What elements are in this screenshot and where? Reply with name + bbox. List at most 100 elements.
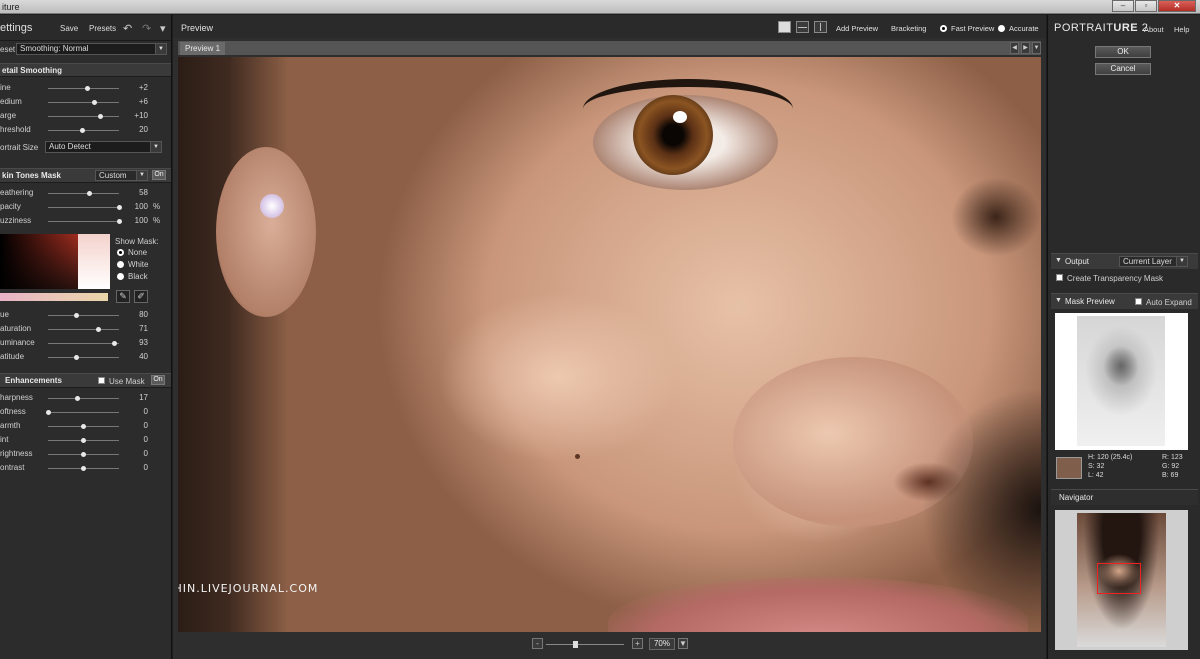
- skin-slider-track[interactable]: [48, 219, 122, 224]
- transparency-mask-checkbox[interactable]: [1056, 274, 1063, 281]
- presets-button[interactable]: Presets: [89, 24, 116, 33]
- enhance-slider-row: ontrast 0: [0, 462, 171, 474]
- ear-region: [216, 147, 316, 317]
- enhance-slider-thumb[interactable]: [45, 410, 51, 415]
- ok-button[interactable]: OK: [1095, 46, 1151, 58]
- zoom-slider-thumb[interactable]: [573, 641, 579, 648]
- skin-color-picker[interactable]: [0, 234, 110, 289]
- enhance-slider-track[interactable]: [48, 466, 119, 471]
- detail-slider-track[interactable]: [48, 114, 119, 119]
- hsl-slider-thumb[interactable]: [111, 341, 117, 346]
- tab-preview-1[interactable]: Preview 1: [180, 42, 225, 55]
- skin-mode-dropdown[interactable]: Custom ▼: [95, 170, 148, 181]
- zoom-dropdown-icon[interactable]: ▼: [678, 638, 688, 649]
- detail-slider-value: +6: [138, 97, 148, 106]
- detail-slider-thumb[interactable]: [85, 86, 91, 91]
- hsl-slider-row: ue 80: [0, 309, 171, 321]
- navigator-box[interactable]: [1055, 510, 1188, 650]
- hsl-slider-track[interactable]: [48, 327, 119, 332]
- zoom-out-button[interactable]: -: [532, 638, 543, 649]
- enhance-slider-thumb[interactable]: [75, 396, 81, 401]
- split-horizontal-icon[interactable]: [796, 21, 809, 33]
- enhancements-header[interactable]: Enhancements Use Mask On: [0, 373, 171, 388]
- enhance-slider-track[interactable]: [45, 410, 119, 415]
- split-vertical-icon[interactable]: [814, 21, 827, 33]
- add-preview-button[interactable]: Add Preview: [836, 24, 878, 33]
- zoom-value[interactable]: 70%: [649, 638, 675, 650]
- detail-smoothing-header[interactable]: etail Smoothing: [0, 63, 171, 77]
- show-mask-radio-black[interactable]: [117, 273, 124, 280]
- next-tab-icon[interactable]: ▶: [1021, 42, 1030, 54]
- portrait-size-dropdown[interactable]: Auto Detect ▼: [45, 141, 162, 153]
- tab-menu-icon[interactable]: ▼: [1032, 42, 1041, 54]
- enhance-slider-thumb[interactable]: [81, 438, 86, 443]
- detail-slider-track[interactable]: [48, 86, 119, 91]
- redo-icon[interactable]: ↷: [142, 22, 151, 35]
- skin-slider-track[interactable]: [48, 191, 119, 196]
- eyedropper-icon[interactable]: ✎: [116, 290, 130, 303]
- undo-icon[interactable]: ↶: [123, 22, 132, 35]
- enhance-slider-row: harpness 17: [0, 392, 171, 404]
- output-dropdown[interactable]: Current Layer ▼: [1119, 256, 1188, 267]
- enhance-slider-track[interactable]: [48, 396, 119, 401]
- show-mask-radio-white[interactable]: [117, 261, 124, 268]
- save-button[interactable]: Save: [60, 24, 78, 33]
- eyedropper-plus-icon[interactable]: ✐: [134, 290, 148, 303]
- enhance-slider-thumb[interactable]: [81, 466, 86, 471]
- enhance-slider-thumb[interactable]: [81, 424, 86, 429]
- menu-dropdown-icon[interactable]: ▾: [160, 22, 166, 35]
- close-button[interactable]: ✕: [1158, 0, 1196, 12]
- enhance-slider-label: armth: [0, 421, 21, 430]
- show-mask-radio-none[interactable]: [117, 249, 124, 256]
- skin-tones-header[interactable]: kin Tones Mask Custom ▼ On: [0, 168, 171, 183]
- hsl-slider-track[interactable]: [48, 313, 119, 318]
- skin-mode-value: Custom: [99, 171, 127, 180]
- detail-slider-thumb[interactable]: [80, 128, 86, 133]
- enhance-slider-track[interactable]: [48, 424, 119, 429]
- hue-range-bar[interactable]: [0, 293, 108, 301]
- zoom-slider[interactable]: [546, 641, 624, 648]
- skin-slider-track[interactable]: [48, 205, 122, 210]
- enhance-slider-track[interactable]: [48, 452, 119, 457]
- hsl-slider-thumb[interactable]: [73, 355, 79, 360]
- bracketing-button[interactable]: Bracketing: [891, 24, 926, 33]
- preview-image[interactable]: LETOHIN.LIVEJOURNAL.COM: [178, 57, 1041, 632]
- hsl-slider-thumb[interactable]: [95, 327, 101, 332]
- enhancements-on-button[interactable]: On: [151, 375, 165, 385]
- use-mask-checkbox[interactable]: [98, 377, 105, 384]
- navigator-viewport-rect[interactable]: [1097, 563, 1141, 594]
- detail-slider-value: 20: [139, 125, 148, 134]
- portrait-size-label: ortrait Size: [0, 143, 39, 152]
- enhance-slider-track[interactable]: [48, 438, 119, 443]
- mask-preview-header[interactable]: ▼ Mask Preview Auto Expand: [1051, 293, 1198, 309]
- detail-slider-track[interactable]: [48, 100, 119, 105]
- zoom-in-button[interactable]: +: [632, 638, 643, 649]
- skin-on-button[interactable]: On: [152, 170, 166, 180]
- detail-slider-track[interactable]: [48, 128, 119, 133]
- skin-slider-thumb[interactable]: [116, 205, 122, 210]
- skin-slider-thumb[interactable]: [86, 191, 92, 196]
- minimize-button[interactable]: –: [1112, 0, 1134, 12]
- prev-tab-icon[interactable]: ◀: [1010, 42, 1019, 54]
- enhancements-title: Enhancements: [5, 376, 62, 385]
- hsl-slider-track[interactable]: [48, 341, 119, 346]
- preset-dropdown[interactable]: Smoothing: Normal ▼: [16, 43, 167, 55]
- fast-preview-radio[interactable]: [940, 25, 947, 32]
- detail-slider-thumb[interactable]: [91, 100, 97, 105]
- hsl-slider-track[interactable]: [48, 355, 119, 360]
- use-mask-label: Use Mask: [109, 377, 145, 386]
- enhance-slider-thumb[interactable]: [81, 452, 86, 457]
- maximize-button[interactable]: ▫: [1135, 0, 1157, 12]
- detail-slider-thumb[interactable]: [98, 114, 104, 119]
- cancel-button[interactable]: Cancel: [1095, 63, 1151, 75]
- single-view-icon[interactable]: [778, 21, 791, 33]
- enhance-slider-label: harpness: [0, 393, 33, 402]
- enhance-slider-value: 0: [143, 435, 148, 444]
- help-link[interactable]: Help: [1174, 25, 1189, 34]
- accurate-radio[interactable]: [998, 25, 1005, 32]
- hsl-slider-thumb[interactable]: [73, 313, 79, 318]
- about-link[interactable]: About: [1144, 25, 1164, 34]
- output-section-header[interactable]: ▼ Output Current Layer ▼: [1051, 253, 1198, 269]
- skin-slider-thumb[interactable]: [116, 219, 122, 224]
- auto-expand-checkbox[interactable]: [1135, 298, 1142, 305]
